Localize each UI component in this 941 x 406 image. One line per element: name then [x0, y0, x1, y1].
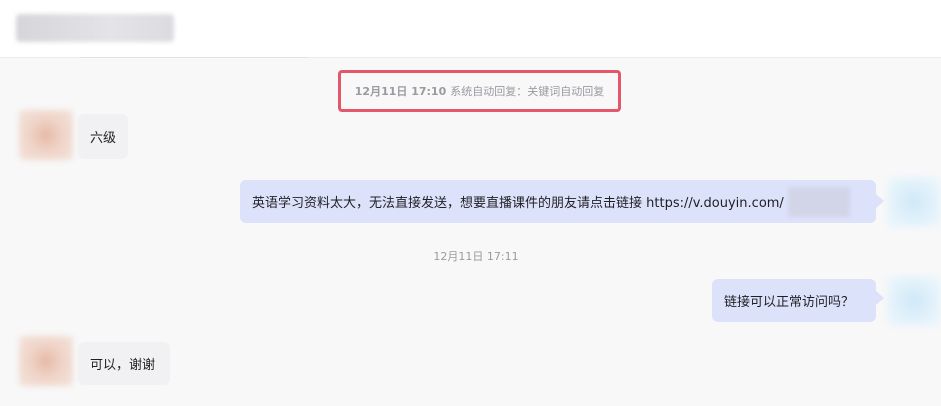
- system-auto-reply-notice: 12月11日 17:10 系统自动回复：关键词自动回复: [338, 70, 621, 112]
- agent-avatar[interactable]: [887, 276, 941, 326]
- chat-header: [0, 0, 941, 58]
- message-bubble-agent: 英语学习资料太大，无法直接发送，想要直播课件的朋友请点击链接 https://v…: [240, 180, 876, 223]
- message-text[interactable]: 英语学习资料太大，无法直接发送，想要直播课件的朋友请点击链接 https://v…: [252, 192, 784, 211]
- contact-name-redacted: [16, 14, 174, 42]
- message-bubble-user: 可以，谢谢: [78, 342, 170, 385]
- user-avatar[interactable]: [19, 110, 73, 160]
- bubble-tail: [876, 291, 884, 305]
- message-text: 链接可以正常访问吗？: [724, 295, 855, 310]
- agent-avatar[interactable]: [887, 177, 941, 227]
- message-text: 可以，谢谢: [90, 358, 156, 373]
- notice-text: 系统自动回复：关键词自动回复: [450, 85, 605, 98]
- message-bubble-agent: 链接可以正常访问吗？: [712, 279, 876, 322]
- link-redacted: [787, 186, 850, 217]
- message-bubble-user: 六级: [78, 114, 129, 159]
- message-text: 六级: [90, 131, 117, 146]
- message-timestamp: 12月11日 17:11: [433, 250, 519, 263]
- user-avatar[interactable]: [19, 336, 73, 386]
- notice-timestamp: 12月11日 17:10: [354, 85, 447, 98]
- bubble-tail: [876, 194, 884, 208]
- chat-window: 12月11日 17:10 系统自动回复：关键词自动回复 六级 英语学习资料太大，…: [0, 0, 941, 406]
- header-divider: [80, 57, 308, 58]
